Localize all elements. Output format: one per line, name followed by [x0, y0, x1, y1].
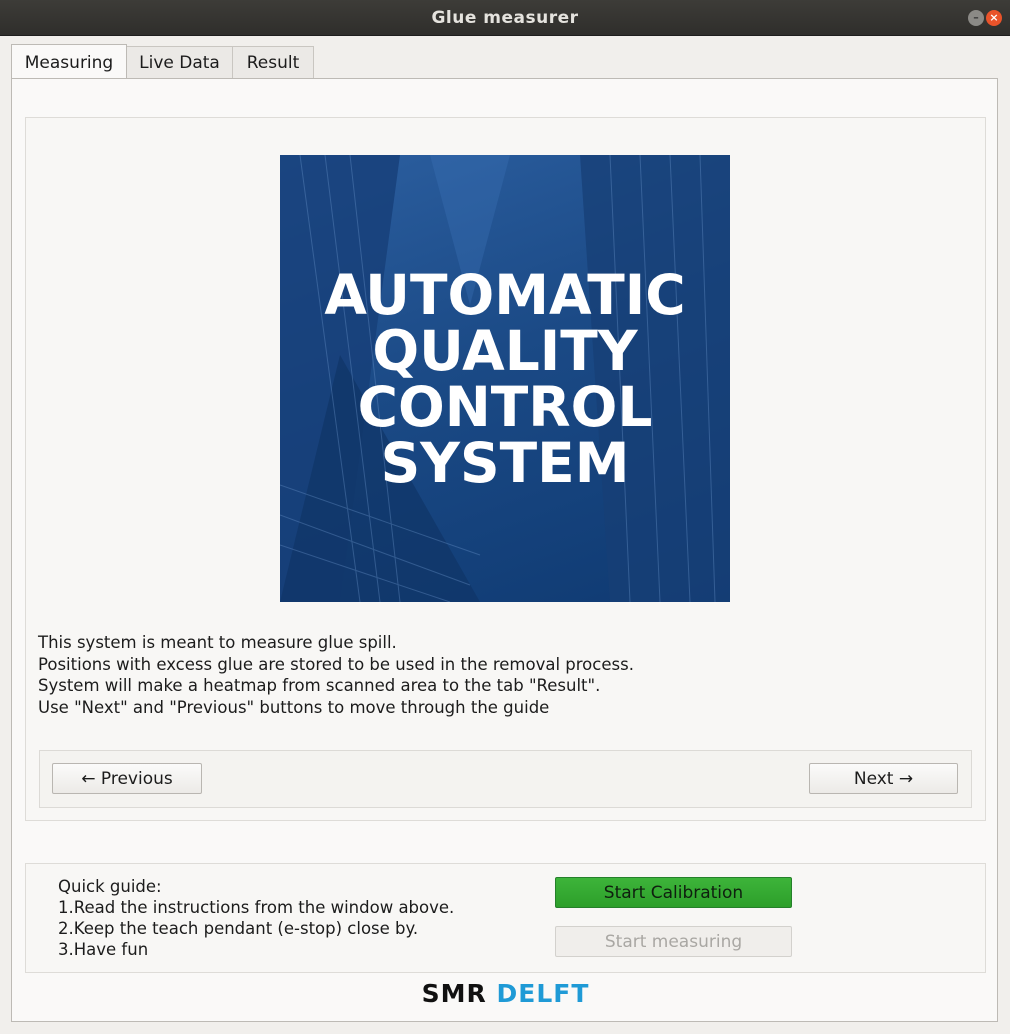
- measuring-tab-panel: AUTOMATIC QUALITY CONTROL SYSTEM This sy…: [11, 78, 998, 1022]
- start-calibration-button[interactable]: Start Calibration: [555, 877, 792, 908]
- tab-live-data[interactable]: Live Data: [126, 46, 233, 78]
- logo-smr: SMR: [421, 979, 487, 1008]
- hero-line: AUTOMATIC: [324, 263, 686, 327]
- quick-guide-text: Quick guide: 1.Read the instructions fro…: [58, 876, 454, 960]
- description-line: This system is meant to measure glue spi…: [38, 633, 397, 652]
- window-body: Live Data Result Measuring AUTOMATIC QUA…: [0, 36, 1010, 1034]
- tab-result[interactable]: Result: [232, 46, 314, 78]
- quick-guide-line: Quick guide:: [58, 877, 162, 896]
- logo-delft: DELFT: [496, 979, 590, 1008]
- hero-image: AUTOMATIC QUALITY CONTROL SYSTEM: [280, 155, 730, 602]
- close-icon[interactable]: ×: [986, 10, 1002, 26]
- next-button[interactable]: Next →: [809, 763, 958, 794]
- previous-button[interactable]: ← Previous: [52, 763, 202, 794]
- description-line: Positions with excess glue are stored to…: [38, 654, 634, 674]
- window-title: Glue measurer: [431, 8, 579, 28]
- tab-measuring[interactable]: Measuring: [11, 44, 127, 79]
- title-bar: Glue measurer – ×: [0, 0, 1010, 36]
- quick-guide-panel: Quick guide: 1.Read the instructions fro…: [25, 863, 986, 973]
- quick-guide-line: 2.Keep the teach pendant (e-stop) close …: [58, 919, 419, 938]
- quick-guide-line: 1.Read the instructions from the window …: [58, 898, 455, 917]
- minimize-icon[interactable]: –: [968, 10, 984, 26]
- hero-line: SYSTEM: [380, 431, 630, 495]
- description-line: System will make a heatmap from scanned …: [38, 676, 601, 695]
- guide-description: This system is meant to measure glue spi…: [38, 632, 938, 718]
- hero-line: QUALITY: [372, 319, 638, 383]
- start-measuring-button[interactable]: Start measuring: [555, 926, 792, 957]
- hero-line: CONTROL: [357, 375, 653, 439]
- smr-delft-logo: SMR DELFT: [12, 979, 999, 1008]
- description-line: Use "Next" and "Previous" buttons to mov…: [38, 697, 550, 717]
- hero-title: AUTOMATIC QUALITY CONTROL SYSTEM: [280, 267, 730, 491]
- guide-navigation: ← Previous Next →: [39, 750, 972, 808]
- guide-panel: AUTOMATIC QUALITY CONTROL SYSTEM This sy…: [25, 117, 986, 821]
- quick-guide-line: 3.Have fun: [58, 940, 149, 959]
